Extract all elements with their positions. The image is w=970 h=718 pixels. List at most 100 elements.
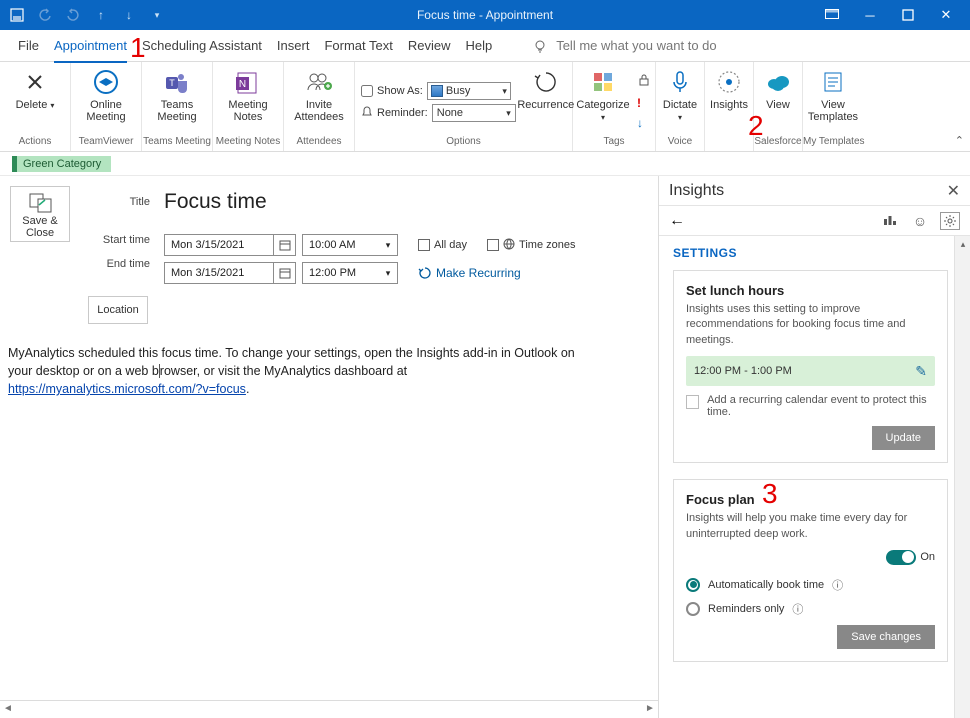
update-button[interactable]: Update: [872, 426, 935, 450]
calendar-icon[interactable]: [273, 235, 295, 255]
recurrence-small-icon: [418, 266, 432, 280]
ribbon: Delete ▾ Actions Online Meeting TeamView…: [0, 62, 970, 152]
start-time-field[interactable]: 10:00 AM ▾: [302, 234, 398, 256]
teamviewer-icon: [92, 67, 120, 97]
reminders-only-radio[interactable]: [686, 602, 700, 616]
maximize-icon[interactable]: [899, 6, 917, 24]
recurrence-icon: [533, 67, 559, 97]
end-time-value: 12:00 PM: [309, 267, 356, 279]
group-templates: My Templates: [803, 136, 865, 151]
auto-book-radio[interactable]: [686, 578, 700, 592]
info-icon[interactable]: ⓘ: [832, 577, 843, 593]
start-date-field[interactable]: Mon 3/15/2021: [164, 234, 296, 256]
show-as-dropdown[interactable]: Busy ▾: [427, 82, 511, 100]
tell-me-search[interactable]: Tell me what you want to do: [532, 38, 716, 54]
high-importance-icon[interactable]: !: [637, 96, 651, 110]
reminder-dropdown[interactable]: None ▾: [432, 104, 516, 122]
ribbon-options-icon[interactable]: [823, 6, 841, 24]
feedback-icon[interactable]: ☺: [910, 213, 930, 229]
delete-button[interactable]: Delete ▾: [0, 63, 70, 136]
prev-item-icon[interactable]: ↑: [92, 6, 110, 24]
lunch-hours-card: Set lunch hours Insights uses this setti…: [673, 270, 948, 463]
online-meeting-button[interactable]: Online Meeting: [71, 63, 141, 136]
categorize-button[interactable]: Categorize▾: [573, 63, 633, 136]
redo-icon[interactable]: [64, 6, 82, 24]
end-date-field[interactable]: Mon 3/15/2021: [164, 262, 296, 284]
title-bar: ↑ ↓ ▾ Focus time - Appointment ─ ✕: [0, 0, 970, 30]
edit-icon[interactable]: ✎: [915, 363, 927, 380]
teams-meeting-button[interactable]: T Teams Meeting: [142, 63, 212, 136]
auto-book-label: Automatically book time: [708, 579, 824, 591]
qat-more-icon[interactable]: ▾: [148, 6, 166, 24]
salesforce-view-button[interactable]: View: [754, 63, 802, 136]
insights-pane: Insights ✕ ← ☺ ▴ SETTINGS Set lunch hour…: [658, 176, 970, 718]
lunch-heading: Set lunch hours: [686, 283, 935, 298]
back-icon[interactable]: ←: [669, 212, 685, 230]
tab-format-text[interactable]: Format Text: [324, 30, 392, 62]
reminder-value: None: [437, 107, 463, 119]
settings-icon[interactable]: [940, 212, 960, 230]
microphone-icon: [669, 67, 691, 97]
recurrence-button[interactable]: Recurrence: [522, 63, 570, 136]
save-close-button[interactable]: Save & Close: [10, 186, 70, 242]
tab-review[interactable]: Review: [408, 30, 451, 62]
window-title: Focus time - Appointment: [417, 8, 553, 22]
tab-file[interactable]: File: [18, 30, 39, 62]
scroll-right-icon[interactable]: ►: [642, 703, 658, 714]
time-zones-checkbox[interactable]: Time zones: [487, 238, 575, 253]
delete-icon: [22, 67, 48, 97]
show-as-value: Busy: [446, 85, 470, 97]
appointment-body[interactable]: MyAnalytics scheduled this focus time. T…: [0, 324, 600, 398]
tab-scheduling-assistant[interactable]: Scheduling Assistant: [142, 30, 262, 62]
show-as-checkbox[interactable]: [361, 85, 373, 97]
chevron-down-icon: ▾: [379, 240, 397, 251]
insights-button[interactable]: Insights: [705, 63, 753, 136]
location-button[interactable]: Location: [88, 296, 148, 324]
group-teamviewer: TeamViewer: [71, 136, 141, 151]
end-date-value: Mon 3/15/2021: [171, 267, 244, 279]
salesforce-icon: [764, 67, 792, 97]
protect-lunch-checkbox[interactable]: [686, 395, 699, 409]
group-salesforce: Salesforce: [754, 136, 802, 151]
tell-me-placeholder: Tell me what you want to do: [556, 38, 716, 53]
lunch-time-row[interactable]: 12:00 PM - 1:00 PM ✎: [686, 356, 935, 386]
invite-attendees-button[interactable]: Invite Attendees: [284, 63, 354, 136]
scroll-left-icon[interactable]: ◄: [0, 703, 16, 714]
close-icon[interactable]: ✕: [937, 6, 955, 24]
tab-insert[interactable]: Insert: [277, 30, 310, 62]
view-templates-button[interactable]: View Templates: [803, 63, 863, 136]
meeting-notes-button[interactable]: N Meeting Notes: [213, 63, 283, 136]
next-item-icon[interactable]: ↓: [120, 6, 138, 24]
low-importance-icon[interactable]: ↓: [637, 116, 651, 130]
make-recurring-link[interactable]: Make Recurring: [418, 266, 521, 280]
undo-icon[interactable]: [36, 6, 54, 24]
insights-icon: [716, 67, 742, 97]
save-changes-button[interactable]: Save changes: [837, 625, 935, 649]
save-icon[interactable]: [8, 6, 26, 24]
close-pane-icon[interactable]: ✕: [947, 181, 960, 201]
horizontal-scrollbar[interactable]: ◄ ►: [0, 700, 658, 716]
all-day-checkbox[interactable]: All day: [418, 239, 467, 251]
vertical-scrollbar[interactable]: ▴: [954, 236, 970, 718]
group-voice: Voice: [656, 136, 704, 151]
dashboard-icon[interactable]: [880, 213, 900, 229]
title-field[interactable]: Focus time: [164, 190, 575, 214]
private-icon[interactable]: [637, 73, 651, 90]
collapse-ribbon-icon[interactable]: ⌃: [955, 134, 964, 147]
focus-plan-toggle[interactable]: [886, 550, 916, 565]
scroll-up-icon[interactable]: ▴: [955, 236, 970, 252]
lightbulb-icon: [532, 38, 548, 54]
calendar-icon[interactable]: [273, 263, 295, 283]
category-chip[interactable]: Green Category: [12, 156, 111, 172]
tab-appointment[interactable]: Appointment: [54, 30, 127, 62]
dictate-button[interactable]: Dictate▾: [656, 63, 704, 136]
teams-meeting-label: Teams Meeting: [142, 99, 212, 123]
info-icon[interactable]: ⓘ: [792, 601, 803, 617]
end-time-field[interactable]: 12:00 PM ▾: [302, 262, 398, 284]
tab-help[interactable]: Help: [465, 30, 492, 62]
quick-access-toolbar: ↑ ↓ ▾: [0, 6, 174, 24]
minimize-icon[interactable]: ─: [861, 6, 879, 24]
busy-color-icon: [431, 85, 443, 97]
start-date-value: Mon 3/15/2021: [171, 239, 244, 251]
myanalytics-link[interactable]: https://myanalytics.microsoft.com/?v=foc…: [8, 382, 246, 396]
